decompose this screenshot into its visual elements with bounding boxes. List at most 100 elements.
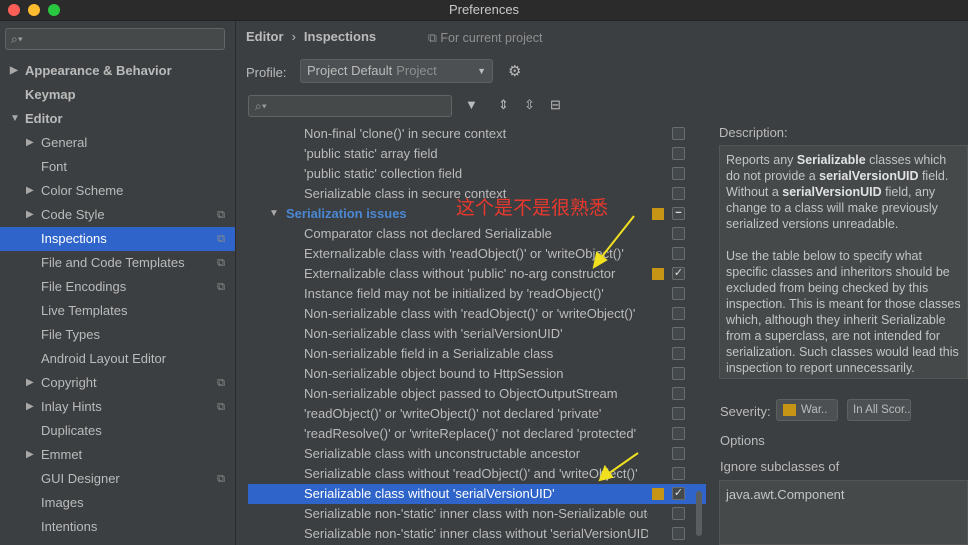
- expand-all-icon[interactable]: ⇕: [498, 97, 509, 113]
- severity-value: War..: [801, 404, 828, 416]
- chevron-down-icon[interactable]: ▼: [10, 107, 20, 131]
- inspection-checkbox[interactable]: [672, 127, 685, 140]
- inspection-checkbox[interactable]: [672, 507, 685, 520]
- sidebar-item-live-templates[interactable]: Live Templates: [0, 299, 235, 323]
- inspection-checkbox[interactable]: [672, 327, 685, 340]
- inspection-checkbox[interactable]: [672, 167, 685, 180]
- inspection-checkbox[interactable]: [672, 427, 685, 440]
- sidebar-item-gui-designer[interactable]: GUI Designer ⧉: [0, 467, 235, 491]
- options-label: Options: [720, 433, 765, 448]
- inspection-label: Serializable class with unconstructable …: [304, 446, 581, 461]
- chevron-right-icon[interactable]: ▶: [26, 443, 34, 467]
- inspection-row[interactable]: 'readResolve()' or 'writeReplace()' not …: [248, 424, 706, 444]
- inspection-row[interactable]: Non-serializable object bound to HttpSes…: [248, 364, 706, 384]
- sidebar-item-keymap[interactable]: Keymap: [0, 83, 235, 107]
- inspection-row[interactable]: 'public static' array field: [248, 144, 706, 164]
- ignore-class-item[interactable]: java.awt.Component: [726, 487, 845, 502]
- sidebar-item-android-layout-editor[interactable]: Android Layout Editor: [0, 347, 235, 371]
- chevron-right-icon[interactable]: ▶: [10, 59, 18, 83]
- zoom-window-button[interactable]: [48, 4, 60, 16]
- inspection-row[interactable]: Serializable class without 'readObject()…: [248, 464, 706, 484]
- severity-label: Severity:: [720, 404, 771, 419]
- reset-icon[interactable]: ⊟: [550, 97, 561, 113]
- sidebar-item-font[interactable]: Font: [0, 155, 235, 179]
- sidebar-item-label: Color Scheme: [41, 183, 124, 198]
- sidebar-item-general[interactable]: ▶ General: [0, 131, 235, 155]
- sidebar-item-copyright[interactable]: ▶ Copyright ⧉: [0, 371, 235, 395]
- sidebar-item-editor[interactable]: ▼ Editor: [0, 107, 235, 131]
- profile-label: Profile:: [246, 65, 287, 80]
- inspection-row[interactable]: Non-serializable class with 'readObject(…: [248, 304, 706, 324]
- inspection-checkbox[interactable]: [672, 147, 685, 160]
- inspection-checkbox[interactable]: ✓: [672, 267, 685, 280]
- sidebar-item-duplicates[interactable]: Duplicates: [0, 419, 235, 443]
- inspection-row[interactable]: Serializable non-'static' inner class wi…: [248, 524, 706, 544]
- chevron-right-icon[interactable]: ▶: [26, 395, 34, 419]
- sidebar-item-label: GUI Designer: [41, 471, 120, 486]
- sidebar-item-appearance-behavior[interactable]: ▶ Appearance & Behavior: [0, 59, 235, 83]
- inspection-row[interactable]: Non-serializable object passed to Object…: [248, 384, 706, 404]
- inspection-checkbox[interactable]: [672, 407, 685, 420]
- inspection-row[interactable]: Non-final 'clone()' in secure context: [248, 124, 706, 144]
- inspection-checkbox[interactable]: [672, 187, 685, 200]
- chevron-down-icon[interactable]: ▼: [269, 204, 279, 224]
- sidebar-item-code-style[interactable]: ▶ Code Style ⧉: [0, 203, 235, 227]
- sidebar-item-emmet[interactable]: ▶ Emmet: [0, 443, 235, 467]
- chevron-right-icon[interactable]: ▶: [26, 131, 34, 155]
- sidebar-item-inspections[interactable]: Inspections ⧉: [0, 227, 235, 251]
- close-window-button[interactable]: [8, 4, 20, 16]
- sidebar-item-inlay-hints[interactable]: ▶ Inlay Hints ⧉: [0, 395, 235, 419]
- inspection-row[interactable]: Instance field may not be initialized by…: [248, 284, 706, 304]
- sidebar-item-images[interactable]: Images: [0, 491, 235, 515]
- inspection-checkbox[interactable]: [672, 387, 685, 400]
- inspection-row[interactable]: Externalizable class with 'readObject()'…: [248, 244, 706, 264]
- inspection-row[interactable]: Externalizable class without 'public' no…: [248, 264, 706, 284]
- inspection-row[interactable]: Comparator class not declared Serializab…: [248, 224, 706, 244]
- inspection-checkbox[interactable]: −: [672, 207, 685, 220]
- chevron-right-icon[interactable]: ▶: [26, 371, 34, 395]
- scope-dropdown[interactable]: In All Scor..: [847, 399, 911, 421]
- gear-icon[interactable]: ⚙: [508, 62, 521, 80]
- inspection-checkbox[interactable]: [672, 307, 685, 320]
- chevron-right-icon[interactable]: ▶: [26, 203, 34, 227]
- search-icon: ⌕▾: [255, 99, 267, 113]
- inspection-row[interactable]: Non-serializable field in a Serializable…: [248, 344, 706, 364]
- description-label: Description:: [719, 125, 788, 140]
- profile-dropdown[interactable]: Project Default Project ▼: [300, 59, 493, 83]
- window-title: Preferences: [448, 2, 520, 17]
- inspection-row[interactable]: Serializable class with unconstructable …: [248, 444, 706, 464]
- sidebar-item-file-encodings[interactable]: File Encodings ⧉: [0, 275, 235, 299]
- inspection-row[interactable]: Serializable non-'static' inner class wi…: [248, 504, 706, 524]
- inspection-row[interactable]: 'readObject()' or 'writeObject()' not de…: [248, 404, 706, 424]
- inspection-checkbox[interactable]: [672, 527, 685, 540]
- inspection-row[interactable]: 'public static' collection field: [248, 164, 706, 184]
- chevron-right-icon[interactable]: ▶: [26, 179, 34, 203]
- ignore-subclasses-list[interactable]: java.awt.Component: [719, 480, 968, 545]
- sidebar-item-color-scheme[interactable]: ▶ Color Scheme: [0, 179, 235, 203]
- sidebar-item-label: Keymap: [25, 87, 76, 102]
- inspection-row[interactable]: Serializable class without 'serialVersio…: [248, 484, 706, 504]
- sidebar-item-file-and-code-templates[interactable]: File and Code Templates ⧉: [0, 251, 235, 275]
- filter-icon[interactable]: ▼: [465, 97, 478, 112]
- sidebar-item-file-types[interactable]: File Types: [0, 323, 235, 347]
- inspection-checkbox[interactable]: [672, 447, 685, 460]
- minimize-window-button[interactable]: [28, 4, 40, 16]
- inspection-checkbox[interactable]: [672, 227, 685, 240]
- inspection-checkbox[interactable]: ✓: [672, 487, 685, 500]
- sidebar-item-intentions[interactable]: Intentions: [0, 515, 235, 539]
- inspection-label: Instance field may not be initialized by…: [304, 286, 604, 301]
- list-scrollbar[interactable]: [696, 491, 702, 536]
- inspection-checkbox[interactable]: [672, 247, 685, 260]
- breadcrumb-editor[interactable]: Editor: [246, 29, 284, 44]
- inspection-checkbox[interactable]: [672, 347, 685, 360]
- inspection-filter-input[interactable]: ⌕▾: [248, 95, 452, 117]
- collapse-all-icon[interactable]: ⇳: [524, 97, 535, 113]
- inspection-checkbox[interactable]: [672, 287, 685, 300]
- severity-dropdown[interactable]: War..: [776, 399, 838, 421]
- sidebar-item-label: General: [41, 135, 88, 150]
- inspection-row[interactable]: Non-serializable class with 'serialVersi…: [248, 324, 706, 344]
- inspection-checkbox[interactable]: [672, 367, 685, 380]
- copy-icon: ⧉: [428, 31, 441, 45]
- settings-search-input[interactable]: ⌕▾: [5, 28, 225, 50]
- inspection-checkbox[interactable]: [672, 467, 685, 480]
